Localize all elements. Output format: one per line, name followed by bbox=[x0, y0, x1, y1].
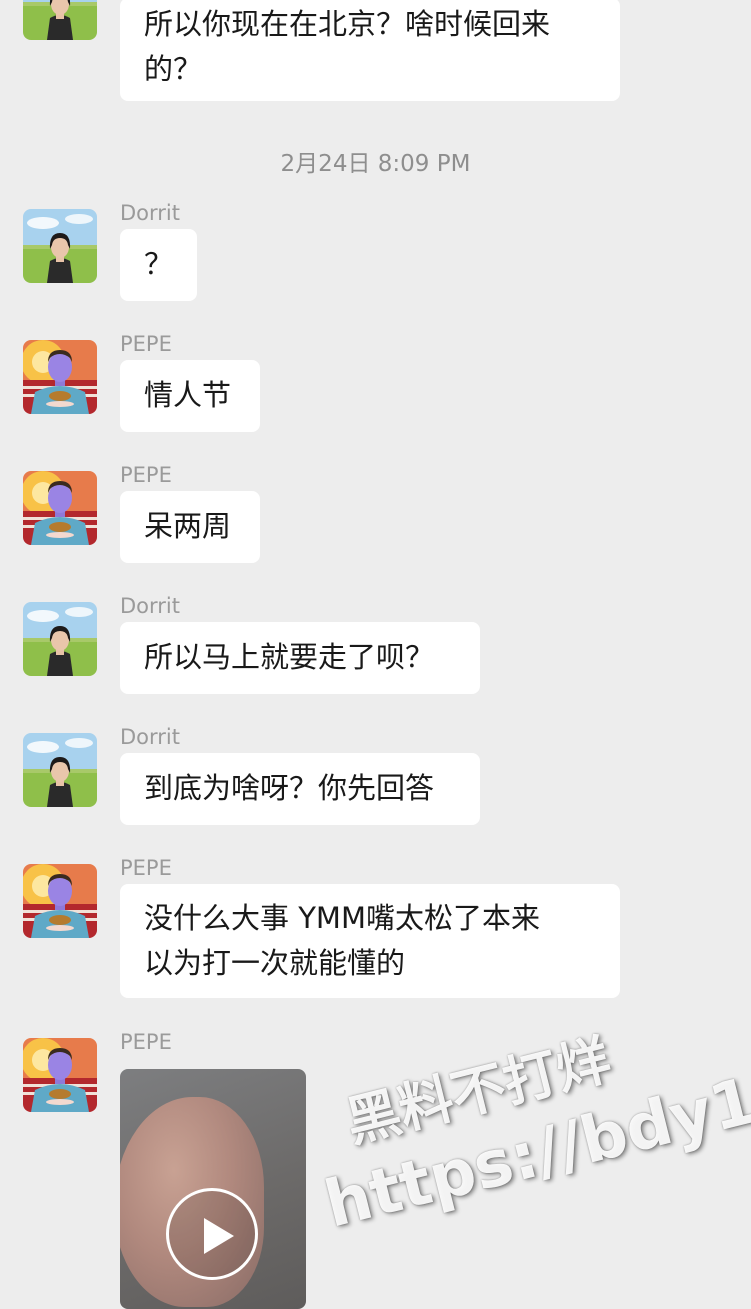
message-line: 到底为啥呀？你先回答 bbox=[144, 771, 435, 805]
message-bubble[interactable]: 所以你现在在北京？啥时候回来 的？ bbox=[120, 0, 620, 101]
message-bubble[interactable]: ？ bbox=[120, 229, 197, 301]
man-sunset-avatar-icon bbox=[23, 864, 97, 938]
message-line: 所以你现在在北京？啥时候回来 bbox=[144, 7, 551, 41]
message-bubble[interactable]: 到底为啥呀？你先回答 bbox=[120, 753, 480, 825]
message-bubble[interactable]: 情人节 bbox=[120, 360, 260, 432]
message-bubble[interactable]: 呆两周 bbox=[120, 491, 260, 563]
avatar[interactable] bbox=[23, 733, 97, 807]
sender-name: PEPE bbox=[120, 856, 172, 880]
message-line: 所以马上就要走了呗？ bbox=[144, 640, 435, 674]
watermark-title: 黑料不打烊 bbox=[339, 1027, 617, 1155]
girl-in-field-avatar-icon bbox=[23, 0, 97, 40]
sender-name: PEPE bbox=[120, 463, 172, 487]
video-message[interactable] bbox=[120, 1069, 306, 1309]
message-line: 呆两周 bbox=[144, 509, 232, 543]
sender-name: Dorrit bbox=[120, 201, 180, 225]
girl-in-field-avatar-icon bbox=[23, 602, 97, 676]
avatar[interactable] bbox=[23, 602, 97, 676]
sender-name: Dorrit bbox=[120, 725, 180, 749]
sender-name: PEPE bbox=[120, 332, 172, 356]
avatar[interactable] bbox=[23, 1038, 97, 1112]
man-sunset-avatar-icon bbox=[23, 1038, 97, 1112]
sender-name: Dorrit bbox=[120, 594, 180, 618]
girl-in-field-avatar-icon bbox=[23, 209, 97, 283]
watermark: 黑料不打烊 https://bdy18.co bbox=[298, 986, 751, 1303]
message-line: 没什么大事 YMM嘴太松了本来 bbox=[144, 901, 540, 935]
avatar[interactable] bbox=[23, 340, 97, 414]
avatar[interactable] bbox=[23, 864, 97, 938]
man-sunset-avatar-icon bbox=[23, 340, 97, 414]
girl-in-field-avatar-icon bbox=[23, 733, 97, 807]
timestamp: 2月24日 8:09 PM bbox=[280, 151, 471, 177]
man-sunset-avatar-icon bbox=[23, 471, 97, 545]
watermark-url: https://bdy18.co bbox=[317, 1027, 751, 1243]
avatar[interactable] bbox=[23, 471, 97, 545]
message-bubble[interactable]: 没什么大事 YMM嘴太松了本来 以为打一次就能懂的 bbox=[120, 884, 620, 998]
message-line: 以为打一次就能懂的 bbox=[144, 946, 406, 980]
sender-name: PEPE bbox=[120, 1030, 172, 1054]
avatar[interactable] bbox=[23, 0, 97, 40]
message-line: 的？ bbox=[144, 52, 203, 86]
message-line: 情人节 bbox=[144, 378, 232, 412]
message-bubble[interactable]: 所以马上就要走了呗？ bbox=[120, 622, 480, 694]
play-icon[interactable] bbox=[166, 1188, 258, 1280]
message-line: ？ bbox=[144, 247, 174, 281]
avatar[interactable] bbox=[23, 209, 97, 283]
